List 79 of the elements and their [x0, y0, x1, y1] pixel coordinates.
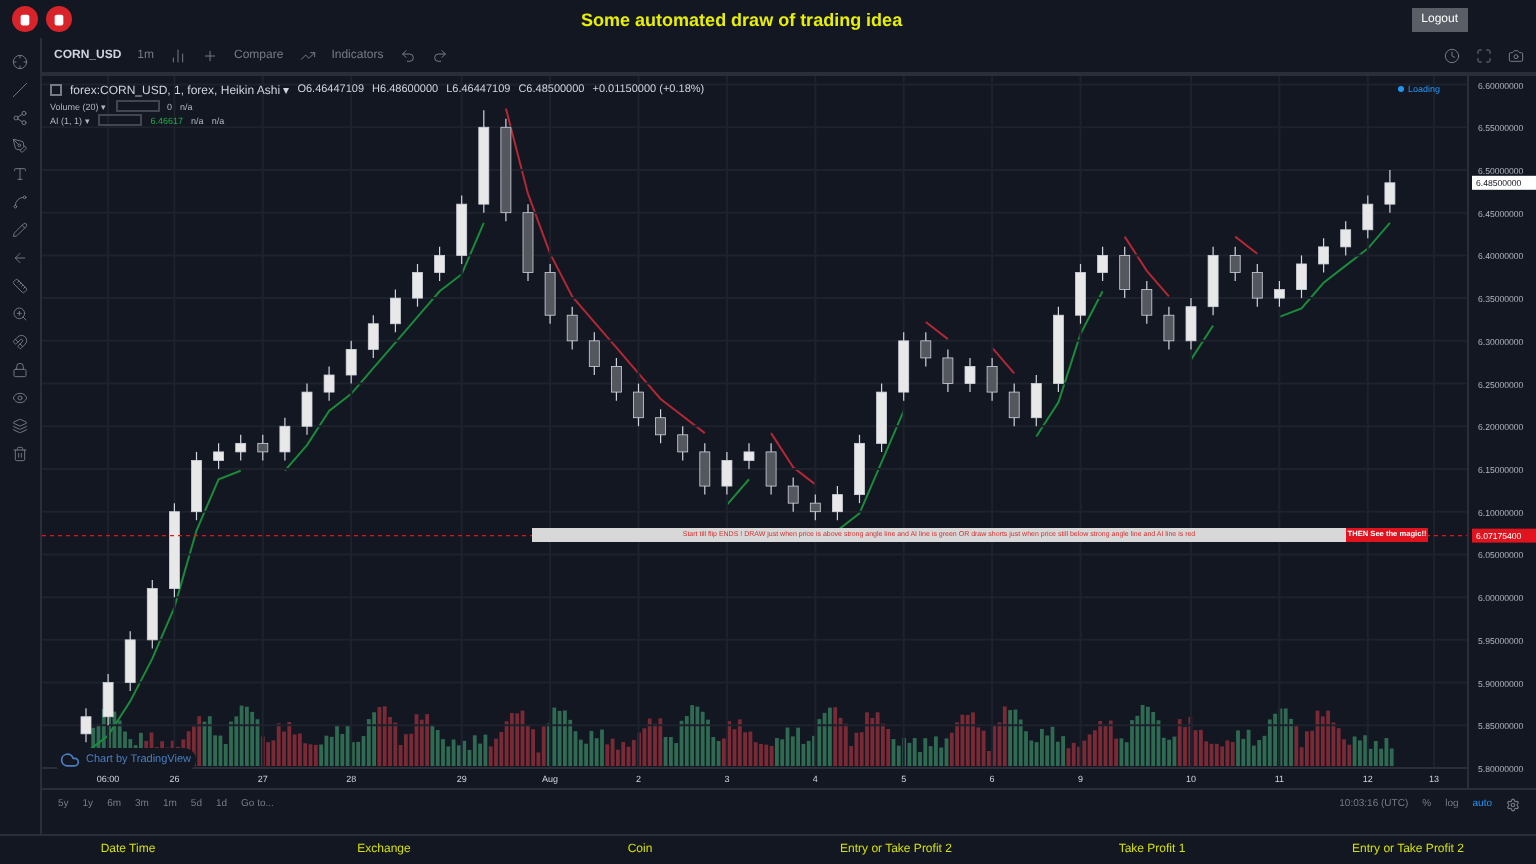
candlestick: [677, 425, 689, 462]
curve-icon[interactable]: [12, 194, 28, 210]
candlestick: [787, 476, 799, 513]
page-title: Some automated draw of trading idea: [579, 9, 905, 29]
text-icon[interactable]: [12, 166, 28, 182]
candlestick: [257, 434, 269, 462]
bar-chart-icon[interactable]: [170, 47, 187, 63]
trash-icon[interactable]: [12, 446, 28, 462]
alarm-icon[interactable]: [12, 6, 38, 32]
candlestick: [655, 408, 666, 444]
trend-icon[interactable]: [299, 47, 316, 63]
nodes-icon[interactable]: [12, 110, 28, 126]
study-controls[interactable]: [98, 114, 143, 126]
lock-icon[interactable]: [12, 362, 28, 378]
trend-line-icon[interactable]: [12, 82, 28, 98]
candlestick: [1075, 263, 1086, 325]
candlestick: [434, 246, 445, 282]
candlestick: [1097, 246, 1108, 282]
candlestick: [964, 357, 976, 393]
zoom-in-icon[interactable]: [12, 306, 28, 322]
ruler-icon[interactable]: [12, 278, 28, 294]
study-controls[interactable]: [115, 100, 160, 112]
candlestick: [1163, 306, 1175, 350]
candlestick: [1251, 263, 1263, 308]
candlestick: [390, 288, 401, 333]
clock-icon[interactable]: [1444, 47, 1460, 63]
candlestick: [1185, 297, 1197, 350]
candlestick: [1008, 382, 1020, 427]
redo-icon[interactable]: [431, 47, 448, 63]
cloud-icon[interactable]: [60, 750, 80, 770]
candlestick: [1030, 374, 1042, 427]
candlestick: [279, 417, 291, 462]
candlestick: [1296, 254, 1307, 299]
candlestick: [235, 434, 247, 462]
arrow-left-icon[interactable]: [12, 250, 28, 266]
candlestick: [611, 357, 622, 402]
candlestick: [809, 494, 821, 521]
candlestick: [986, 357, 998, 402]
candlestick: [721, 451, 733, 496]
candlestick: [412, 263, 423, 308]
status-dot-icon: [1397, 86, 1404, 92]
candlestick: [213, 442, 224, 470]
pen-icon[interactable]: [12, 138, 28, 154]
candlestick: [124, 630, 136, 692]
candlestick: [1362, 195, 1374, 239]
candlestick: [1229, 246, 1241, 282]
layers-icon[interactable]: [12, 418, 28, 434]
candlestick: [1141, 280, 1153, 325]
candlestick: [633, 382, 644, 427]
candlestick: [743, 442, 755, 470]
candlestick: [832, 485, 843, 521]
candlestick: [699, 442, 711, 496]
candlestick: [1384, 169, 1396, 214]
plus-icon[interactable]: [202, 47, 219, 63]
candlestick: [1119, 246, 1131, 299]
candlestick: [566, 306, 578, 350]
magnet-icon[interactable]: [12, 334, 28, 350]
camera-icon[interactable]: [1508, 47, 1524, 63]
pencil-icon[interactable]: [12, 222, 28, 238]
candlestick: [301, 382, 313, 436]
candlestick: [1340, 220, 1352, 257]
candlestick: [1318, 237, 1329, 274]
alarm-icon[interactable]: [46, 6, 72, 32]
undo-icon[interactable]: [399, 47, 416, 63]
candlestick: [367, 314, 379, 359]
candlestick: [765, 442, 777, 496]
eye-icon[interactable]: [12, 390, 28, 406]
candlestick: [544, 263, 556, 325]
candlestick: [942, 348, 954, 393]
square-icon[interactable]: [50, 84, 62, 96]
crosshair-icon[interactable]: [12, 54, 28, 70]
settings-icon[interactable]: [1506, 797, 1520, 811]
candlestick: [588, 331, 600, 376]
candlestick: [80, 707, 92, 743]
candlestick: [920, 331, 932, 368]
candlestick: [345, 340, 357, 385]
candlestick: [1274, 280, 1285, 308]
fullscreen-icon[interactable]: [1476, 47, 1492, 63]
candlestick: [323, 365, 335, 402]
